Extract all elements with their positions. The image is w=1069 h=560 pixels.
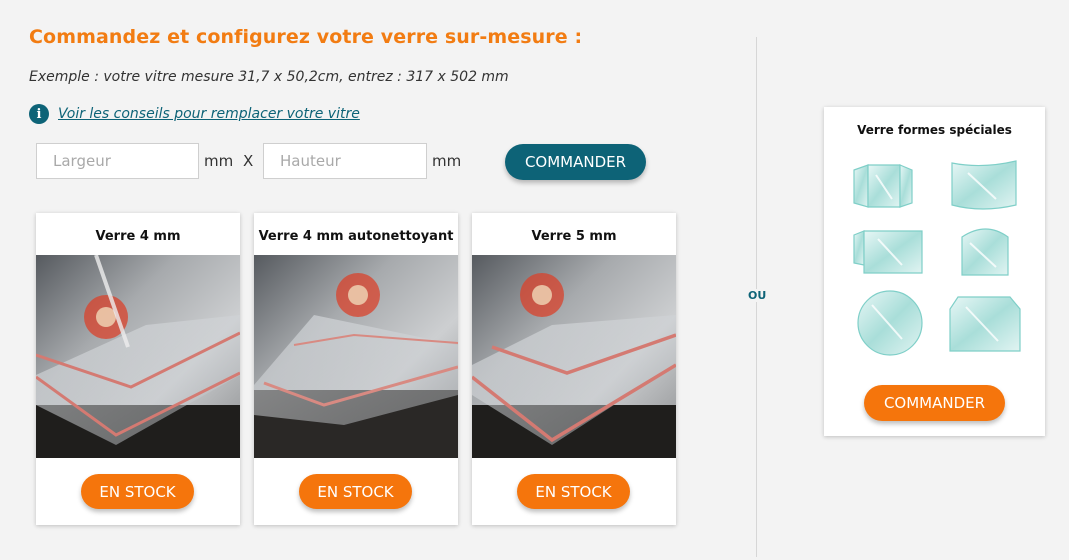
advice-row: i Voir les conseils pour remplacer votre… xyxy=(29,104,360,124)
product-card-verre-4mm-autonettoyant: Verre 4 mm autonettoyant EN STOCK xyxy=(254,213,458,525)
special-shapes-illustration xyxy=(853,160,1021,356)
in-stock-button[interactable]: EN STOCK xyxy=(517,474,630,509)
product-title: Verre 4 mm autonettoyant xyxy=(258,229,454,244)
product-card-verre-4mm: Verre 4 mm EN STOCK xyxy=(36,213,240,525)
page-title: Commandez et configurez votre verre sur-… xyxy=(29,26,583,48)
trapezoid-pane-right xyxy=(899,164,913,208)
trapezoid-pane-left xyxy=(853,164,869,208)
dimension-separator: X xyxy=(243,152,254,170)
in-stock-button[interactable]: EN STOCK xyxy=(81,474,194,509)
product-image xyxy=(472,255,676,458)
height-unit-label: mm xyxy=(432,152,462,170)
round-glass-shape xyxy=(857,290,923,356)
custom-order-button[interactable]: COMMANDER xyxy=(505,144,646,180)
product-image xyxy=(36,255,240,458)
product-title: Verre 4 mm xyxy=(95,229,181,244)
width-input[interactable] xyxy=(36,143,199,179)
corner-pane-left xyxy=(853,230,865,266)
product-title: Verre 5 mm xyxy=(531,229,617,244)
cut-corner-glass-shape xyxy=(949,296,1021,352)
product-card-verre-5mm: Verre 5 mm EN STOCK xyxy=(472,213,676,525)
example-text: Exemple : votre vitre mesure 31,7 x 50,2… xyxy=(29,69,509,85)
special-order-button[interactable]: COMMANDER xyxy=(864,385,1005,421)
product-image xyxy=(254,255,458,458)
width-unit-label: mm xyxy=(204,152,234,170)
arched-glass-shape xyxy=(961,228,1009,276)
or-separator: OU xyxy=(747,289,768,302)
advice-link[interactable]: Voir les conseils pour remplacer votre v… xyxy=(58,106,360,122)
in-stock-button[interactable]: EN STOCK xyxy=(299,474,412,509)
special-shapes-title: Verre formes spéciales xyxy=(857,123,1012,137)
corner-pane-main xyxy=(863,230,923,274)
info-icon: i xyxy=(29,104,49,124)
special-shapes-card: Verre formes spéciales COMMANDER xyxy=(824,107,1045,436)
height-input[interactable] xyxy=(263,143,427,179)
curved-glass-shape xyxy=(951,160,1017,210)
